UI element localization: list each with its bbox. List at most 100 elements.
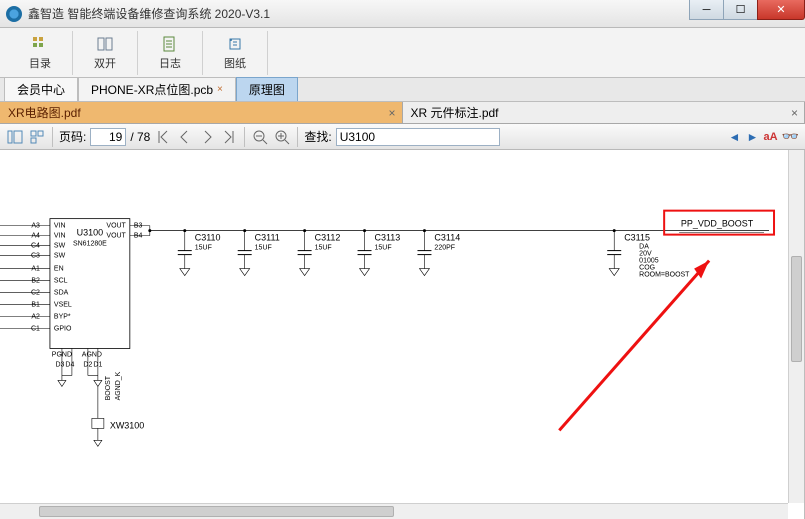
svg-text:DA: DA	[639, 244, 649, 251]
page-number-input[interactable]	[90, 128, 126, 146]
svg-text:A2: A2	[31, 314, 40, 321]
pdf-toolbar: 页码: / 78 查找: ◄ ► aA 👓	[0, 124, 805, 150]
find-prev-button[interactable]: ◄	[728, 130, 742, 144]
svg-text:C4: C4	[31, 243, 40, 250]
pdf-tab-circuit[interactable]: XR电路图.pdf ×	[0, 102, 403, 123]
svg-text:VSEL: VSEL	[54, 302, 72, 309]
prev-icon	[177, 129, 193, 145]
svg-text:VOUT: VOUT	[106, 223, 126, 230]
svg-text:B2: B2	[31, 278, 40, 285]
log-button[interactable]: 日志	[148, 31, 192, 75]
svg-text:VIN: VIN	[54, 223, 66, 230]
sidebar-icon	[7, 129, 23, 145]
pdf-tab-row: XR电路图.pdf × XR 元件标注.pdf ×	[0, 102, 805, 124]
svg-text:C3113: C3113	[375, 233, 401, 243]
svg-text:AGND_K: AGND_K	[115, 371, 122, 400]
svg-text:BYP*: BYP*	[54, 314, 71, 321]
drawing-icon	[226, 35, 244, 53]
svg-text:SN61280E: SN61280E	[73, 241, 107, 248]
svg-text:AGND: AGND	[82, 351, 102, 358]
svg-text:B3: B3	[134, 223, 143, 230]
tab-pcb-file[interactable]: PHONE-XR点位图.pcb×	[78, 77, 236, 101]
vertical-scrollbar[interactable]	[788, 150, 804, 503]
drawing-button[interactable]: 图纸	[213, 31, 257, 75]
svg-text:C3110: C3110	[195, 233, 221, 243]
window-maximize-button[interactable]: ☐	[723, 0, 757, 20]
sidebar-toggle-button[interactable]	[6, 128, 24, 146]
svg-text:15UF: 15UF	[195, 245, 212, 252]
app-icon	[6, 6, 22, 22]
svg-text:C3: C3	[31, 253, 40, 260]
catalog-button[interactable]: 目录	[18, 31, 62, 75]
svg-text:PP_VDD_BOOST: PP_VDD_BOOST	[681, 219, 754, 229]
find-input[interactable]	[336, 128, 500, 146]
zoom-out-button[interactable]	[251, 128, 269, 146]
page-label: 页码:	[59, 128, 86, 145]
find-all-button[interactable]: 👓	[782, 128, 799, 145]
pdf-tab-components[interactable]: XR 元件标注.pdf ×	[403, 102, 805, 123]
schematic-canvas: U3100 SN61280E A3 VIN A4 VIN C4 SW C3 SW A1 E…	[0, 150, 788, 503]
svg-text:15UF: 15UF	[375, 245, 392, 252]
horizontal-scrollbar[interactable]	[0, 503, 788, 519]
scrollbar-thumb[interactable]	[39, 506, 394, 517]
svg-text:A1: A1	[31, 266, 40, 273]
svg-text:C3112: C3112	[315, 233, 341, 243]
main-toolbar: 目录 双开 日志 图纸	[0, 28, 805, 78]
svg-text:01005: 01005	[639, 258, 659, 265]
schematic-viewer[interactable]: U3100 SN61280E A3 VIN A4 VIN C4 SW C3 SW A1 E…	[0, 150, 805, 519]
svg-text:U3100: U3100	[77, 228, 103, 238]
find-next-button[interactable]: ►	[746, 130, 760, 144]
prev-page-button[interactable]	[176, 128, 194, 146]
window-minimize-button[interactable]: ─	[689, 0, 723, 20]
svg-text:SW: SW	[54, 253, 66, 260]
close-icon[interactable]: ×	[217, 84, 223, 95]
svg-text:A4: A4	[31, 233, 40, 240]
thumbnail-icon	[29, 129, 45, 145]
svg-text:C3115: C3115	[624, 233, 650, 243]
svg-text:XW3100: XW3100	[110, 420, 144, 430]
page-total: / 78	[130, 130, 150, 144]
svg-text:SDA: SDA	[54, 290, 69, 297]
svg-text:D3: D3	[55, 361, 64, 368]
svg-text:15UF: 15UF	[255, 245, 272, 252]
thumbnail-button[interactable]	[28, 128, 46, 146]
catalog-icon	[31, 35, 49, 53]
svg-text:C3111: C3111	[255, 233, 280, 243]
tab-member-center[interactable]: 会员中心	[4, 77, 78, 101]
svg-text:C3114: C3114	[434, 233, 460, 243]
find-label: 查找:	[304, 128, 331, 145]
tab-schematic[interactable]: 原理图	[236, 77, 298, 101]
svg-text:SW: SW	[54, 243, 66, 250]
window-close-button[interactable]: ✕	[757, 0, 805, 20]
svg-text:GPIO: GPIO	[54, 325, 72, 332]
zoom-in-icon	[274, 129, 290, 145]
match-case-button[interactable]: aA	[764, 131, 778, 143]
svg-text:D4: D4	[65, 361, 74, 368]
svg-text:VIN: VIN	[54, 233, 66, 240]
next-page-button[interactable]	[198, 128, 216, 146]
svg-text:220PF: 220PF	[434, 245, 455, 252]
svg-text:SCL: SCL	[54, 278, 68, 285]
svg-text:C1: C1	[31, 325, 40, 332]
first-icon	[155, 129, 171, 145]
last-icon	[221, 129, 237, 145]
window-titlebar: 鑫智造 智能终端设备维修查询系统 2020-V3.1 ─ ☐ ✕	[0, 0, 805, 28]
main-tab-row: 会员中心 PHONE-XR点位图.pcb× 原理图	[0, 78, 805, 102]
svg-text:ROOM=BOOST: ROOM=BOOST	[639, 272, 690, 279]
svg-text:B4: B4	[134, 233, 143, 240]
last-page-button[interactable]	[220, 128, 238, 146]
dual-open-button[interactable]: 双开	[83, 31, 127, 75]
svg-text:C2: C2	[31, 290, 40, 297]
svg-text:A3: A3	[31, 223, 40, 230]
app-title: 鑫智造 智能终端设备维修查询系统 2020-V3.1	[28, 5, 270, 22]
svg-text:EN: EN	[54, 266, 64, 273]
scrollbar-thumb[interactable]	[791, 256, 802, 362]
close-icon[interactable]: ×	[388, 106, 395, 120]
first-page-button[interactable]	[154, 128, 172, 146]
svg-text:COG: COG	[639, 265, 655, 272]
zoom-in-button[interactable]	[273, 128, 291, 146]
svg-text:BOOST: BOOST	[105, 375, 112, 400]
log-icon	[161, 35, 179, 53]
svg-text:VOUT: VOUT	[106, 233, 126, 240]
close-icon[interactable]: ×	[791, 106, 798, 120]
